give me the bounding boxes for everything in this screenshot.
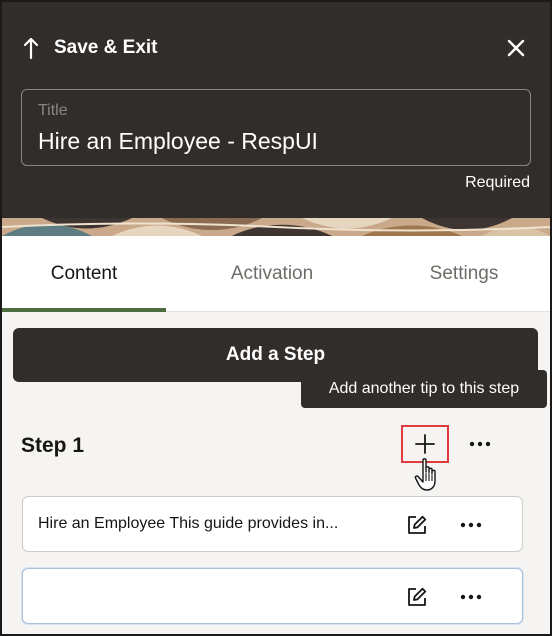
- required-hint: Required: [465, 174, 530, 191]
- save-exit-button[interactable]: Save & Exit: [22, 34, 158, 62]
- tip-text: Hire an Employee This guide provides in.…: [38, 515, 339, 532]
- decorative-pattern: [2, 218, 550, 236]
- title-field[interactable]: Title Hire an Employee - RespUI: [21, 89, 531, 166]
- title-field-value[interactable]: Hire an Employee - RespUI: [38, 128, 318, 155]
- step-more-button[interactable]: [464, 430, 496, 458]
- save-exit-label: Save & Exit: [54, 37, 158, 58]
- tip-more-button[interactable]: [455, 512, 487, 538]
- more-horizontal-icon: [460, 594, 482, 600]
- edit-icon: [408, 515, 427, 534]
- step-title: Step 1: [21, 434, 85, 457]
- add-tip-button[interactable]: [401, 425, 449, 463]
- plus-icon: [415, 434, 435, 454]
- more-horizontal-icon: [469, 441, 491, 447]
- guide-editor-panel: Save & Exit Title Hire an Employee - Res…: [0, 0, 552, 636]
- title-field-label: Title: [38, 102, 68, 119]
- tab-activation[interactable]: Activation: [166, 236, 378, 312]
- close-icon: [507, 39, 525, 57]
- tab-settings[interactable]: Settings: [378, 236, 550, 312]
- edit-tip-button[interactable]: [403, 584, 431, 610]
- tab-bar: Content Activation Settings: [2, 236, 550, 312]
- close-button[interactable]: [504, 36, 528, 60]
- edit-tip-button[interactable]: [403, 512, 431, 538]
- edit-icon: [408, 587, 427, 606]
- content-panel: Add a Step Add another tip to this step …: [2, 312, 550, 634]
- tooltip: Add another tip to this step: [301, 370, 547, 408]
- more-horizontal-icon: [460, 522, 482, 528]
- editor-header: Save & Exit Title Hire an Employee - Res…: [2, 2, 550, 218]
- tip-more-button[interactable]: [455, 584, 487, 610]
- arrow-up-icon: [22, 36, 40, 60]
- tip-card[interactable]: [22, 568, 523, 624]
- tip-card[interactable]: Hire an Employee This guide provides in.…: [22, 496, 523, 552]
- tab-content[interactable]: Content: [2, 236, 166, 312]
